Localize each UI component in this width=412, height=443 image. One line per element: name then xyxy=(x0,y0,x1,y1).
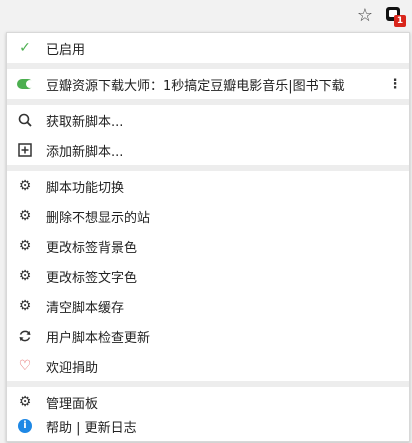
search-icon xyxy=(17,112,33,128)
donate-item[interactable]: ♡ 欢迎捐助 xyxy=(7,351,409,381)
command-item[interactable]: ⚙ 清空脚本缓存 xyxy=(7,291,409,321)
add-new-script-item[interactable]: 添加新脚本... xyxy=(7,135,409,165)
check-updates-item[interactable]: 用户脚本检查更新 xyxy=(7,321,409,351)
dashboard-label: 管理面板 xyxy=(46,396,99,412)
help-label: 帮助 | 更新日志 xyxy=(46,420,137,436)
command-item[interactable]: ⚙ 更改标签背景色 xyxy=(7,231,409,261)
command-label: 脚本功能切换 xyxy=(46,180,125,196)
gear-icon: ⚙ xyxy=(18,238,32,254)
info-icon: i xyxy=(17,418,33,434)
gear-icon: ⚙ xyxy=(18,208,32,224)
gear-icon: ⚙ xyxy=(18,178,32,194)
tampermonkey-extension-button[interactable]: 1 xyxy=(382,3,408,29)
more-options-icon[interactable]: ⋮ xyxy=(387,76,403,92)
command-label: 删除不想显示的站 xyxy=(46,210,151,226)
command-label: 更改标签文字色 xyxy=(46,270,138,286)
gear-icon: ⚙ xyxy=(18,268,32,284)
enabled-label: 已启用 xyxy=(46,42,86,58)
command-item[interactable]: ⚙ 更改标签文字色 xyxy=(7,261,409,291)
script-enabled-toggle[interactable] xyxy=(17,76,34,92)
check-updates-label: 用户脚本检查更新 xyxy=(46,330,151,346)
extension-popup-menu: ✓ 已启用 豆瓣资源下载大师：1秒搞定豆瓣电影音乐|图书下载 ⋮ 获取新脚本..… xyxy=(6,32,410,442)
gear-icon: ⚙ xyxy=(18,394,32,410)
script-item[interactable]: 豆瓣资源下载大师：1秒搞定豆瓣电影音乐|图书下载 ⋮ xyxy=(7,69,409,99)
command-item[interactable]: ⚙ 脚本功能切换 xyxy=(7,171,409,201)
help-item[interactable]: i 帮助 | 更新日志 xyxy=(7,411,409,441)
heart-icon: ♡ xyxy=(18,358,32,374)
script-item-label: 豆瓣资源下载大师：1秒搞定豆瓣电影音乐|图书下载 xyxy=(46,78,345,94)
command-label: 更改标签背景色 xyxy=(46,240,138,256)
enabled-toggle-item[interactable]: ✓ 已启用 xyxy=(7,33,409,63)
refresh-icon xyxy=(17,328,33,344)
command-label: 清空脚本缓存 xyxy=(46,300,125,316)
add-box-icon xyxy=(17,142,33,158)
get-new-scripts-item[interactable]: 获取新脚本... xyxy=(7,105,409,135)
toggle-on-icon xyxy=(17,79,34,89)
extension-badge: 1 xyxy=(394,15,406,27)
check-icon: ✓ xyxy=(19,40,31,56)
add-new-script-label: 添加新脚本... xyxy=(46,144,124,160)
get-new-scripts-label: 获取新脚本... xyxy=(46,114,124,130)
donate-label: 欢迎捐助 xyxy=(46,360,99,376)
command-item[interactable]: ⚙ 删除不想显示的站 xyxy=(7,201,409,231)
star-icon[interactable]: ☆ xyxy=(354,4,376,26)
gear-icon: ⚙ xyxy=(18,298,32,314)
browser-toolbar: ☆ 1 xyxy=(0,0,412,30)
